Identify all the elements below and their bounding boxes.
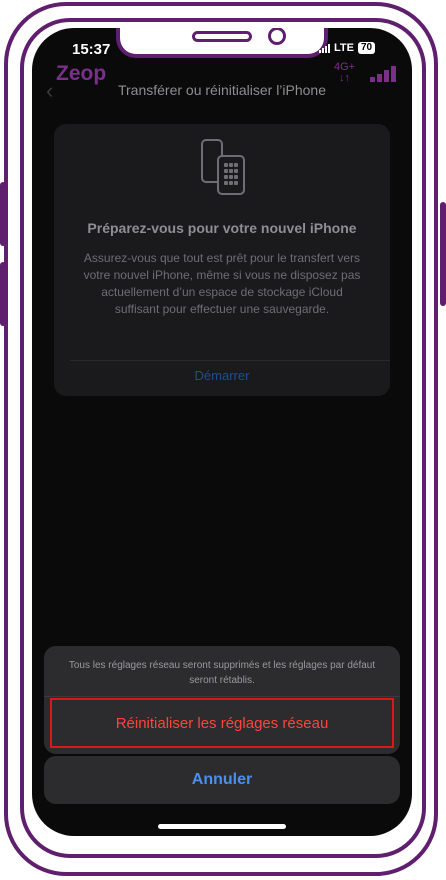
start-link[interactable]: Démarrer xyxy=(54,368,390,383)
phone-screen: 15:37 LTE 70 Zeop 4G+ ↓↑ ‹ Transférer ou… xyxy=(32,28,412,836)
action-sheet: Tous les réglages réseau seront supprimé… xyxy=(44,646,400,754)
volume-up-button xyxy=(0,182,6,246)
network-type: LTE xyxy=(334,42,354,54)
action-sheet-divider xyxy=(44,696,400,697)
status-time: 15:37 xyxy=(72,41,111,58)
carrier-signal-icon xyxy=(370,66,396,82)
action-sheet-message: Tous les réglages réseau seront supprimé… xyxy=(68,660,376,686)
carrier-network: 4G+ ↓↑ xyxy=(334,62,355,84)
card-divider xyxy=(70,360,390,361)
cell-signal-icon xyxy=(319,43,330,53)
power-button xyxy=(440,202,446,306)
speaker xyxy=(192,31,252,42)
reset-network-settings-button[interactable]: Réinitialiser les réglages réseau xyxy=(50,698,394,748)
notch xyxy=(116,28,328,58)
page-title: Transférer ou réinitialiser l’iPhone xyxy=(117,82,327,98)
card-title: Préparez-vous pour votre nouvel iPhone xyxy=(87,220,357,236)
home-indicator[interactable] xyxy=(158,824,286,829)
status-right: LTE 70 xyxy=(319,42,376,54)
prepare-card: Préparez-vous pour votre nouvel iPhone A… xyxy=(54,124,390,396)
volume-down-button xyxy=(0,262,6,326)
camera xyxy=(268,28,286,45)
devices-icon xyxy=(201,139,245,195)
cancel-button[interactable]: Annuler xyxy=(44,756,400,804)
card-body: Assurez-vous que tout est prêt pour le t… xyxy=(83,251,361,316)
battery-icon: 70 xyxy=(357,42,376,54)
